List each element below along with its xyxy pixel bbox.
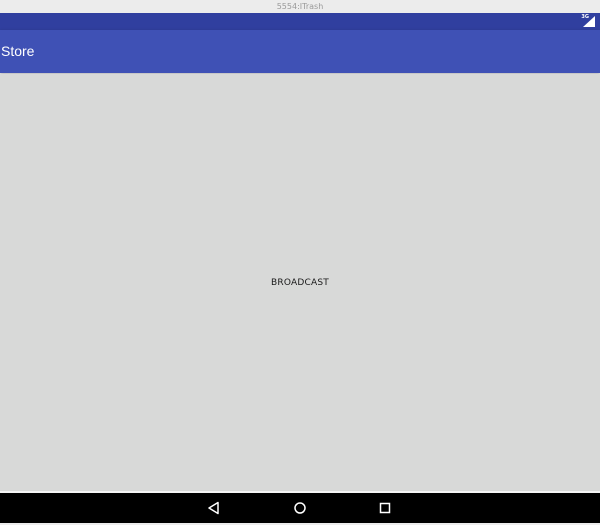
broadcast-button[interactable]: BROADCAST xyxy=(262,273,338,292)
app-title: Store xyxy=(1,43,35,59)
window-title: 5554:ITrash xyxy=(0,0,600,13)
signal-icon xyxy=(583,16,595,27)
app-bar: Store xyxy=(0,30,600,73)
back-icon[interactable] xyxy=(206,500,222,516)
navigation-bar xyxy=(0,493,600,523)
main-content: BROADCAST xyxy=(0,74,600,491)
status-bar: 3G xyxy=(0,13,600,30)
recents-icon[interactable] xyxy=(377,500,393,516)
home-icon[interactable] xyxy=(292,500,308,516)
